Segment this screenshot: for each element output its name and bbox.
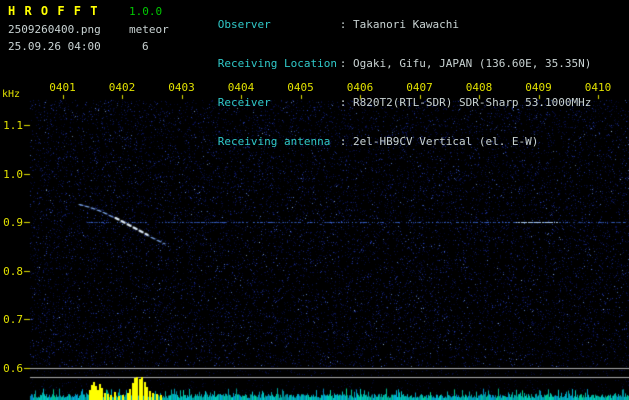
output-filename: 2509260400.png [8, 23, 101, 36]
info-value: : Takanori Kawachi [339, 18, 459, 31]
info-label: Receiving antenna [217, 135, 331, 148]
info-row-receiver: Receiver : R820T2(RTL-SDR) SDR-Sharp 53.1… [178, 83, 592, 122]
station-info: Observer : Takanori Kawachi Receiving Loc… [178, 5, 592, 161]
info-label: Observer [217, 18, 271, 31]
meteor-count-label: meteor [129, 23, 169, 36]
info-row-antenna: Receiving antenna : 2el-HB9CV Vertical (e… [178, 122, 591, 161]
info-value: : Ogaki, Gifu, JAPAN (136.60E, 35.35N) [339, 57, 592, 70]
info-row-location: Receiving Location: Ogaki, Gifu, JAPAN (… [178, 44, 592, 83]
info-value: : R820T2(RTL-SDR) SDR-Sharp 53.1000MHz [339, 96, 592, 109]
info-label: Receiver [217, 96, 271, 109]
info-label: Receiving Location [217, 57, 337, 70]
hrofft-spectrogram-window: H R O F F T 1.0.0 2509260400.png meteor … [0, 0, 629, 400]
app-version: 1.0.0 [129, 5, 163, 18]
info-row-observer: Observer : Takanori Kawachi [178, 5, 591, 44]
info-value: : 2el-HB9CV Vertical (el. E-W) [339, 135, 539, 148]
meteor-count-value: 6 [142, 40, 149, 53]
observation-datetime: 25.09.26 04:00 [8, 40, 101, 53]
freq-unit-label: kHz [2, 89, 21, 100]
app-title: H R O F F T [8, 4, 99, 18]
